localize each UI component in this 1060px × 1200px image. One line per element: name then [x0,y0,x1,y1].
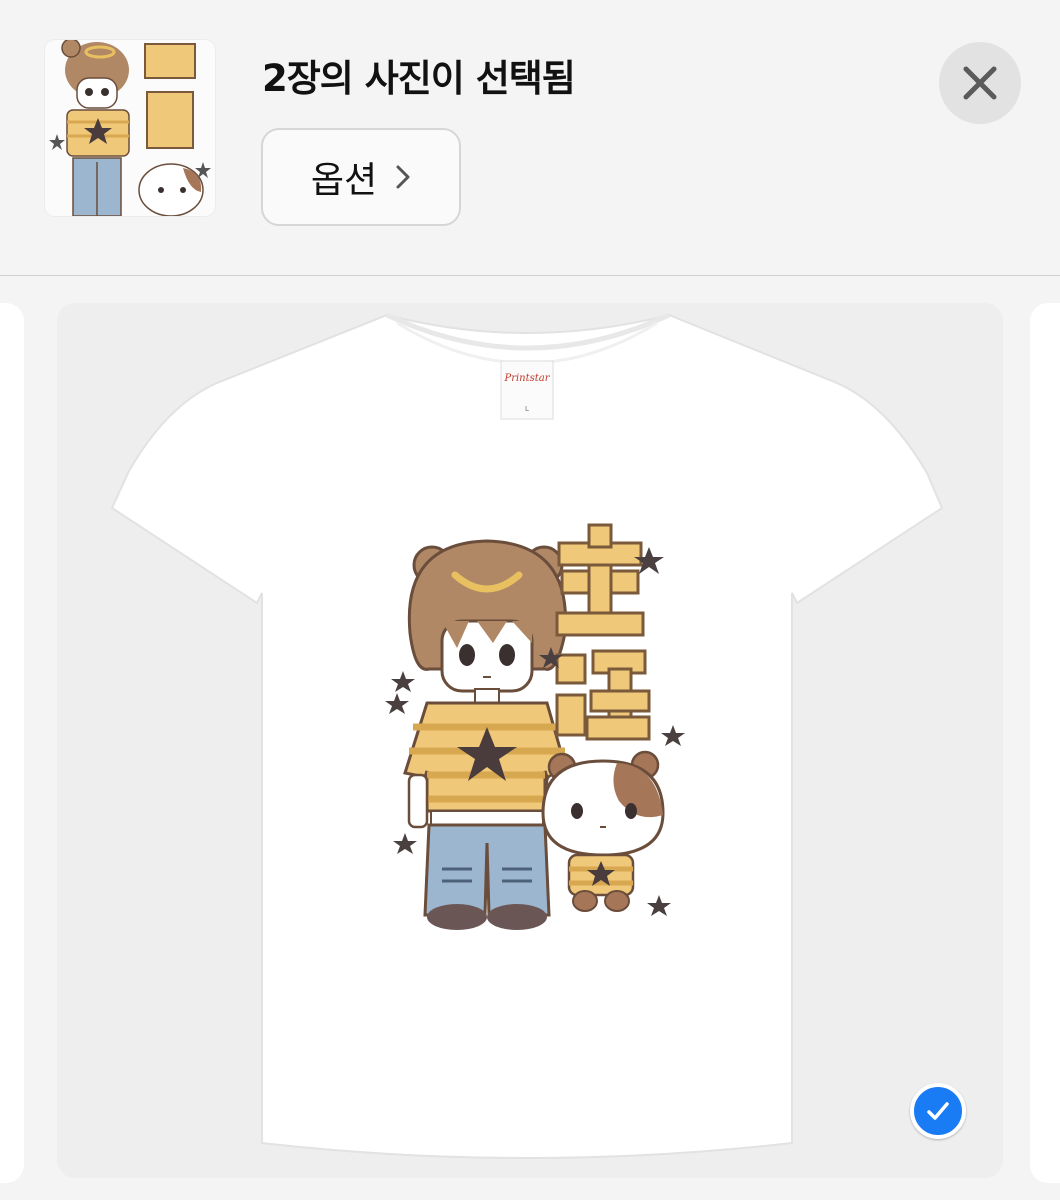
close-button[interactable] [939,42,1021,124]
options-label: 옵션 [310,160,378,201]
checkmark-icon [927,1102,949,1120]
tshirt-photo: Printstar L [110,312,944,1159]
artwork-thumbnail-illustration [49,40,211,216]
selected-photo-card[interactable]: Printstar L [57,303,1003,1178]
share-header: 2장의 사진이 선택됨 옵션 [0,0,1060,276]
next-photo-card[interactable] [1030,303,1060,1183]
chevron-right-icon [396,165,410,189]
options-button[interactable]: 옵션 [261,128,461,226]
boy-character [403,539,569,930]
selected-checkmark-badge[interactable] [910,1083,966,1139]
selected-photo-thumbnail[interactable] [45,40,215,216]
shirt-tag-size: L [525,405,529,413]
previous-photo-card[interactable] [0,303,24,1183]
selection-title: 2장의 사진이 선택됨 [262,57,576,100]
close-icon [963,66,997,100]
shirt-tag-brand: Printstar [503,373,550,384]
